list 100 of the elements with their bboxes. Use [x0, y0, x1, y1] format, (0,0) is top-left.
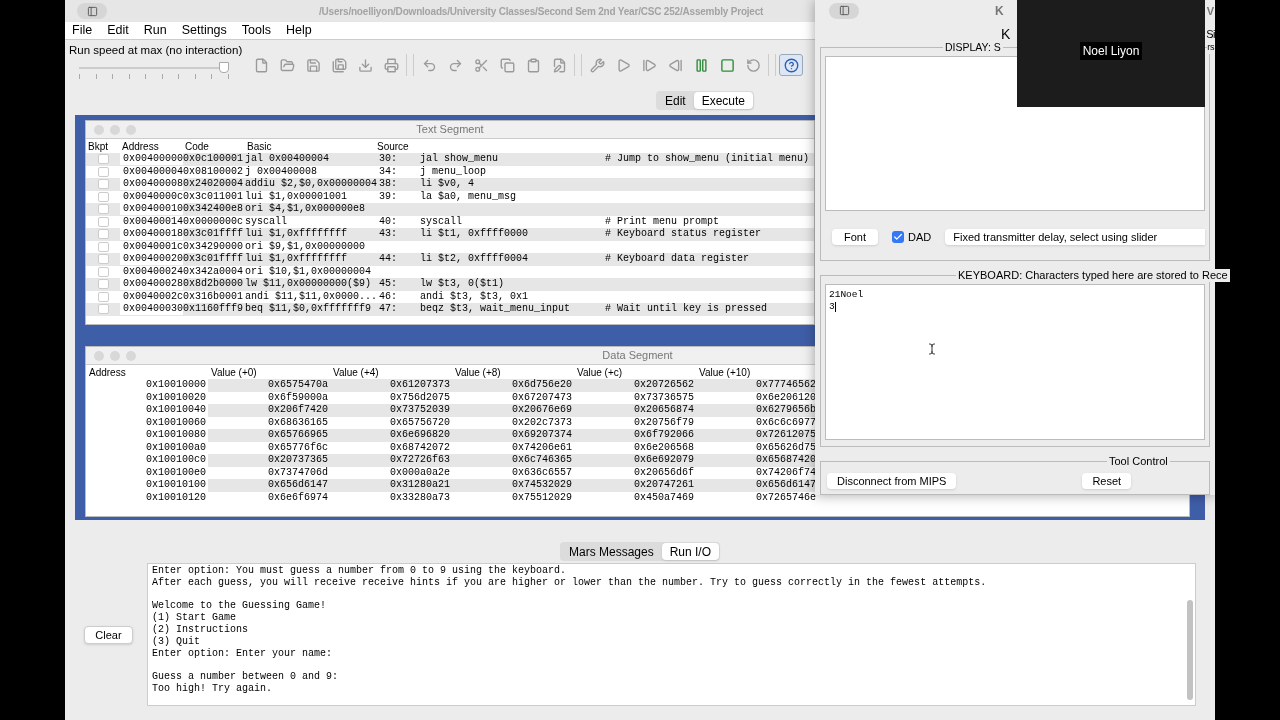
table-cell-text: 45: [378, 278, 398, 291]
table-cell: 0x74532029 [452, 479, 574, 492]
table-cell-text: 0x100100c0 [145, 454, 207, 467]
table-cell-text: 0x756d2075 [389, 391, 451, 404]
table-cell-text: 40: [378, 215, 398, 228]
run-speed-label: Run speed at max (no interaction) [69, 43, 240, 58]
window-button[interactable] [77, 3, 107, 19]
table-cell: 0x31280a21 [330, 479, 452, 492]
breakpoint-checkbox[interactable] [97, 241, 109, 252]
table-cell-text: lw $11,0x00000000($9) [245, 278, 373, 291]
table-cell-text: jal show_menu [420, 153, 499, 166]
table-cell-text: 0x68742072 [389, 441, 451, 454]
breakpoint-checkbox[interactable] [97, 304, 109, 315]
group-legend: KEYBOARD: Characters typed here are stored to Rece [956, 269, 1230, 283]
table-cell-text: lui $1,0x00001001 [245, 190, 349, 203]
tab[interactable]: Run I/O [661, 542, 720, 560]
table-cell-text: 0x10010020 [145, 391, 207, 404]
table-cell: andi $11,$11,0x0000... [245, 290, 375, 303]
breakpoint-checkbox[interactable] [97, 291, 109, 302]
table-cell: 0x73752039 [330, 404, 452, 417]
menu-item[interactable]: File [72, 21, 93, 40]
table-cell-text: 0x3c011001 [183, 190, 244, 203]
table-cell-text: 34: [378, 165, 398, 178]
sidebar-icon [86, 5, 98, 17]
table-cell-text: # Jump to show_menu (initial menu) [605, 153, 811, 166]
menu-item[interactable]: Edit [107, 21, 129, 40]
table-cell: 0x6279656b [696, 404, 818, 417]
toolbar-separator [768, 54, 776, 76]
table-cell-text: 0x342400e8 [183, 203, 244, 216]
menu-item[interactable]: Settings [181, 21, 227, 40]
table-cell-text: syscall [245, 215, 288, 228]
reset-button[interactable]: Reset [1082, 473, 1132, 490]
table-cell-text: # Keyboard status register [605, 228, 763, 241]
breakpoint-checkbox[interactable] [97, 229, 109, 240]
table-cell: 0x00400018 [120, 228, 183, 241]
breakpoint-checkbox[interactable] [97, 216, 109, 227]
table-cell: 0x00400020 [120, 253, 183, 266]
breakpoint-checkbox[interactable] [97, 266, 109, 277]
window-title: /Users/noelliyon/Downloads/University Classes/Second Sem 2nd Year/CSC 252/Assembly Project [319, 4, 764, 19]
menu-item[interactable]: Tools [241, 21, 271, 40]
table-cell-text: 0x10010080 [145, 429, 207, 442]
table-cell-text: li $t1, 0xffff0000 [420, 228, 530, 241]
output-line: Enter option: You must guess a number from 0 to 9 using the keyboard. [152, 565, 568, 577]
breakpoint-checkbox[interactable] [97, 279, 109, 290]
group-legend: DISPLAY: S [943, 40, 1003, 54]
typed-text: 3 [829, 301, 835, 314]
delay-dropdown[interactable]: Fixed transmitter delay, select using slider [945, 228, 1205, 245]
breakpoint-checkbox[interactable] [97, 154, 109, 165]
breakpoint-checkbox[interactable] [97, 191, 109, 202]
table-cell-text: j 0x00400008 [245, 165, 318, 178]
table-cell-text: 0x34290000 [183, 240, 244, 253]
table-cell-text: 0x65626d75 [755, 441, 817, 454]
table-cell-text: 44: [378, 253, 398, 266]
table-cell: 0x20676e69 [452, 404, 574, 417]
table-cell-text: 0x20656d6f [633, 466, 695, 479]
menu-item[interactable]: Help [286, 21, 312, 40]
table-cell-text: 0x450a7469 [633, 491, 695, 504]
column-header: Value (+0) [210, 366, 258, 380]
output-line: (1) Start Game [152, 612, 237, 624]
help-icon[interactable] [779, 54, 803, 76]
table-cell: 0x6575470a [208, 379, 330, 392]
table-cell-text: beqz $t3, wait_menu_input [420, 303, 572, 316]
table-cell-text: 0x20756f79 [633, 416, 695, 429]
dad-checkbox[interactable] [892, 230, 904, 243]
clear-button[interactable]: Clear [84, 625, 133, 644]
table-cell-text: 0x636c6557 [511, 466, 573, 479]
sidebar-icon [838, 5, 850, 17]
column-header: Code [185, 140, 210, 154]
font-button[interactable]: Font [832, 228, 878, 245]
disconnect-button[interactable]: Disconnect from MIPS [827, 473, 957, 490]
table-cell-text: 0x24020004 [183, 178, 244, 191]
table-cell: 0x72726f63 [330, 454, 452, 467]
table-cell: 0x20726562 [574, 379, 696, 392]
table-cell: 0x6e696820 [330, 429, 452, 442]
output-line: (3) Quit [152, 635, 201, 648]
window-title: V [1206, 3, 1214, 19]
table-cell-text: 0x08100002 [183, 165, 244, 178]
tool-heading: Si [1206, 27, 1215, 43]
tab[interactable]: Mars Messages [560, 542, 662, 560]
slider-thumb[interactable] [219, 62, 229, 74]
table-cell-text: # Print menu prompt [605, 215, 721, 228]
tab[interactable]: Execute [693, 92, 753, 109]
tab[interactable]: Edit [656, 92, 694, 109]
breakpoint-checkbox[interactable] [97, 179, 109, 190]
breakpoint-checkbox[interactable] [97, 254, 109, 265]
table-cell: 0x00400030 [120, 303, 183, 316]
menu-item[interactable]: Run [143, 21, 167, 40]
table-cell: 0x6f792066 [574, 429, 696, 442]
breakpoint-checkbox[interactable] [97, 166, 109, 177]
window-button[interactable] [829, 2, 859, 19]
table-cell: addiu $2,$0,0x00000004 [245, 178, 375, 191]
breakpoint-checkbox[interactable] [97, 204, 109, 215]
table-cell-text: syscall [420, 215, 463, 228]
table-cell: 0x00400028 [120, 278, 183, 291]
run-speed-slider[interactable] [79, 61, 229, 82]
table-cell: 0x20737365 [208, 454, 330, 467]
scrollbar[interactable] [1187, 600, 1193, 700]
table-cell-text: 0x1160fff9 [183, 303, 244, 316]
table-cell-text: 0x202c7373 [511, 416, 573, 429]
keyboard-input[interactable]: 21Noel 3 [825, 284, 1205, 441]
